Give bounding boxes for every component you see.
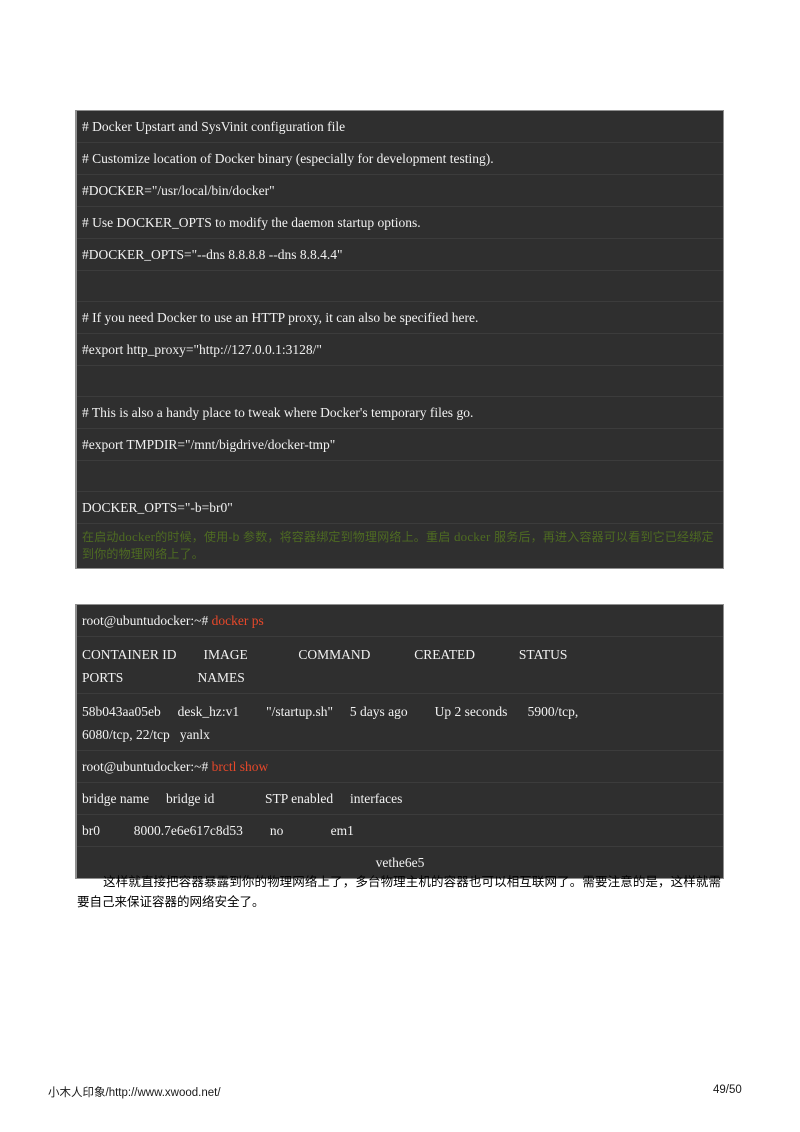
body-paragraph: 这样就直接把容器暴露到你的物理网络上了，多台物理主机的容器也可以相互联网了。需要… xyxy=(77,872,721,912)
code-line-blank xyxy=(77,461,723,492)
code-line: # This is also a handy place to tweak wh… xyxy=(77,397,723,429)
docker-ps-header-line-2: PORTS NAMES xyxy=(82,670,245,685)
annotation-part-2: 的时候，使用-b 参数，将容器绑定到物理网络上。重启 xyxy=(155,530,454,544)
code-line: # Use DOCKER_OPTS to modify the daemon s… xyxy=(77,207,723,239)
docker-ps-row-line-1: 58b043aa05eb desk_hz:v1 "/startup.sh" 5 … xyxy=(82,704,579,719)
paragraph-text: 这样就直接把容器暴露到你的物理网络上了，多台物理主机的容器也可以相互联网了。需要… xyxy=(77,875,721,909)
code-line: # If you need Docker to use an HTTP prox… xyxy=(77,302,723,334)
docker-terminal-code-block: root@ubuntudocker:~# docker ps CONTAINER… xyxy=(75,604,724,879)
code-line: #DOCKER_OPTS="--dns 8.8.8.8 --dns 8.8.4.… xyxy=(77,239,723,271)
code-line: #DOCKER="/usr/local/bin/docker" xyxy=(77,175,723,207)
code-line-blank xyxy=(77,271,723,302)
command-brctl-show: brctl show xyxy=(211,759,269,774)
code-line: # Customize location of Docker binary (e… xyxy=(77,143,723,175)
footer-page-number: 49/50 xyxy=(713,1084,742,1096)
docker-ps-table-header: CONTAINER ID IMAGE COMMAND CREATED STATU… xyxy=(77,637,723,694)
docker-ps-row-line-2: 6080/tcp, 22/tcp yanlx xyxy=(82,727,210,742)
annotation-part-1: 在启动 xyxy=(82,530,119,544)
docker-config-code-block: # Docker Upstart and SysVinit configurat… xyxy=(75,110,724,569)
shell-prompt: root@ubuntudocker:~# xyxy=(82,759,209,774)
annotation-latin-2: docker xyxy=(453,529,491,544)
code-line-blank xyxy=(77,366,723,397)
code-line: #export http_proxy="http://127.0.0.1:312… xyxy=(77,334,723,366)
shell-prompt: root@ubuntudocker:~# xyxy=(82,613,209,628)
brctl-table-row: br0 8000.7e6e617c8d53 no em1 xyxy=(77,815,723,847)
terminal-prompt-docker-ps: root@ubuntudocker:~# docker ps xyxy=(77,605,723,637)
terminal-prompt-brctl-show: root@ubuntudocker:~# brctl show xyxy=(77,751,723,783)
document-page: # Docker Upstart and SysVinit configurat… xyxy=(0,0,800,1132)
annotation-latin-1: docker xyxy=(118,529,156,544)
footer-source: 小木人印象/http://www.xwood.net/ xyxy=(48,1087,221,1099)
code-line: # Docker Upstart and SysVinit configurat… xyxy=(77,111,723,143)
code-line: #export TMPDIR="/mnt/bigdrive/docker-tmp… xyxy=(77,429,723,461)
brctl-table-header: bridge name bridge id STP enabled interf… xyxy=(77,783,723,815)
docker-ps-table-row: 58b043aa05eb desk_hz:v1 "/startup.sh" 5 … xyxy=(77,694,723,751)
docker-ps-header-line-1: CONTAINER ID IMAGE COMMAND CREATED STATU… xyxy=(82,647,568,662)
code-annotation-chinese: 在启动docker的时候，使用-b 参数，将容器绑定到物理网络上。重启 dock… xyxy=(77,524,723,568)
code-line-docker-opts: DOCKER_OPTS="-b=br0" xyxy=(77,492,723,524)
command-docker-ps: docker ps xyxy=(211,613,264,628)
